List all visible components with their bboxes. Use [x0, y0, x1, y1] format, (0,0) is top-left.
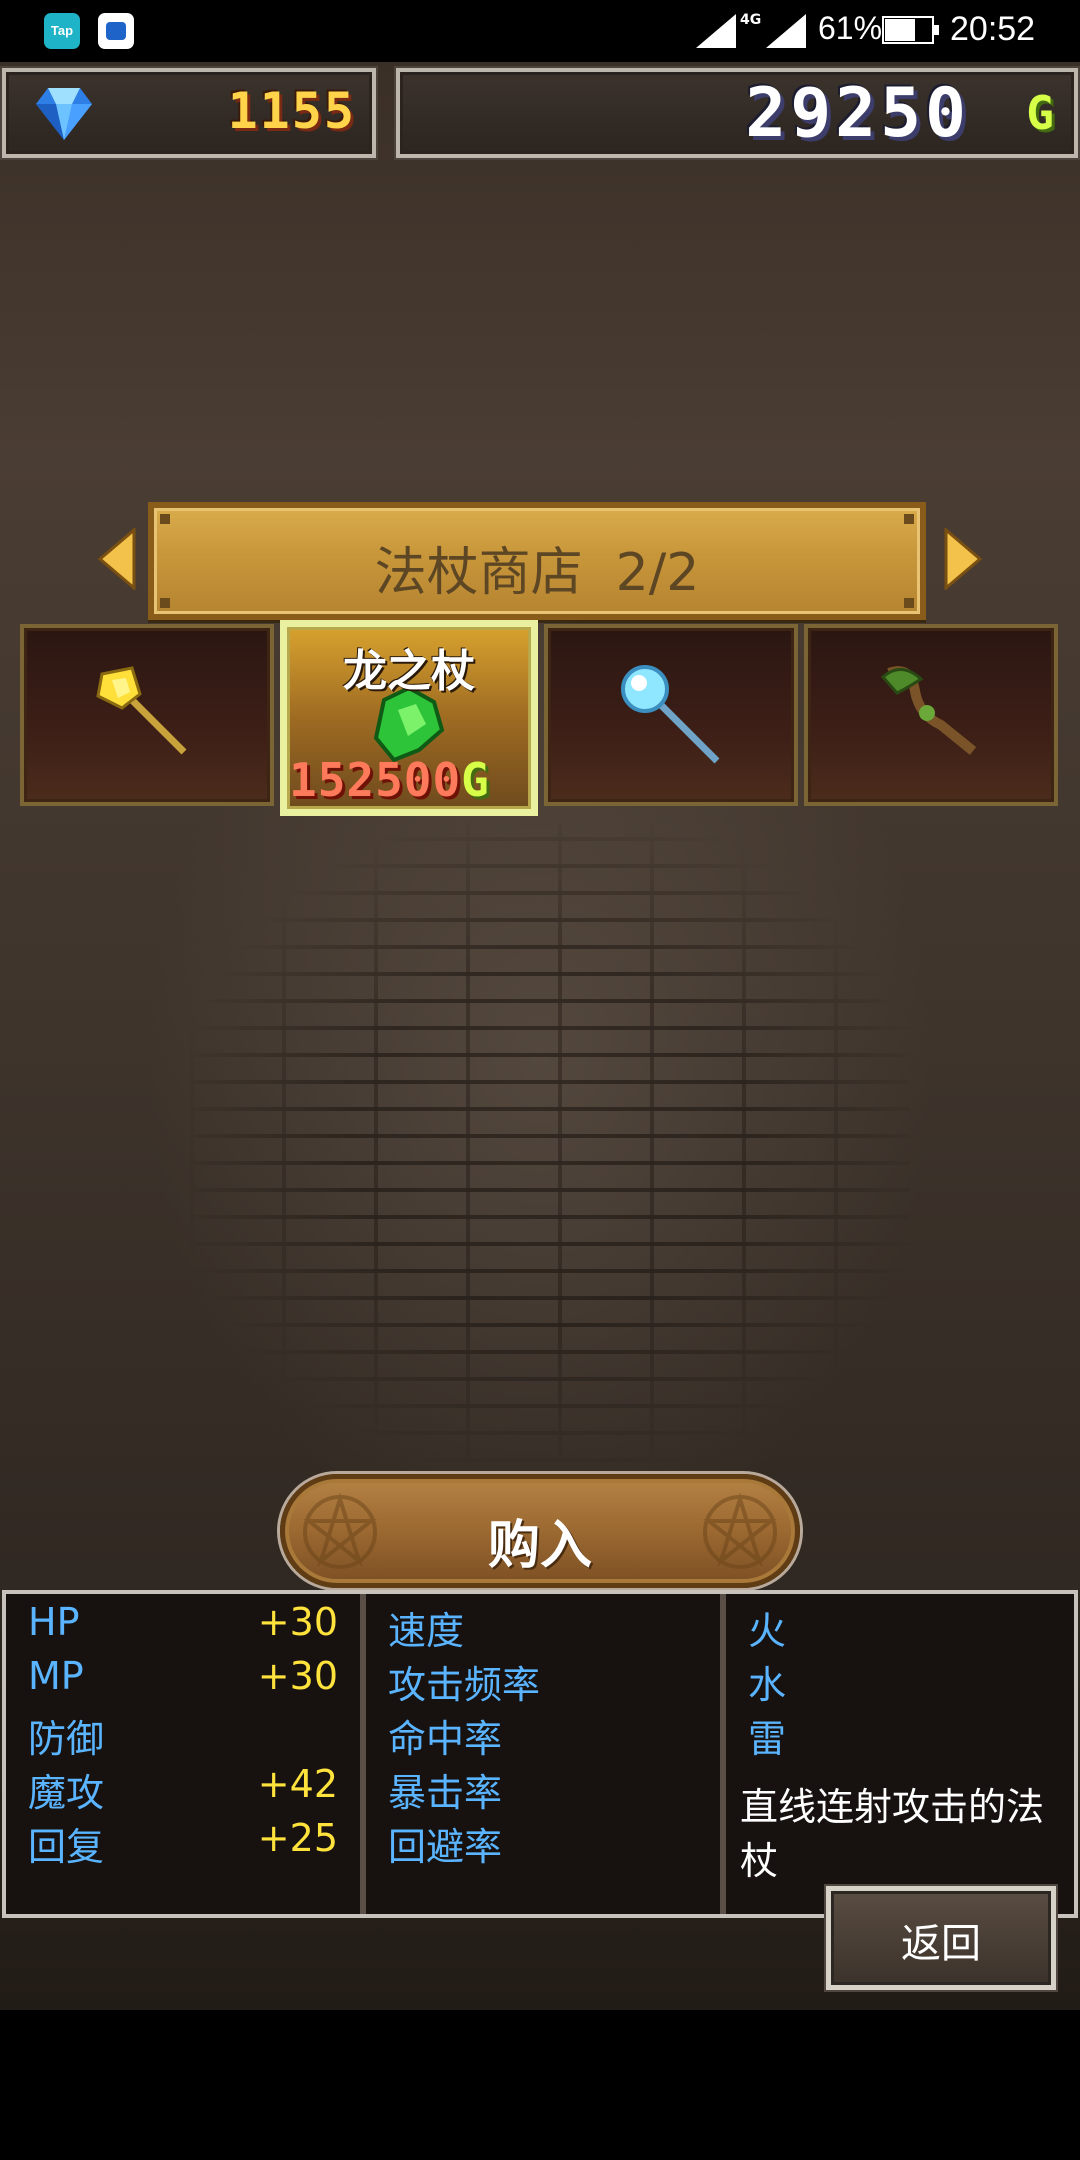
stat-label: 速度 — [388, 1609, 465, 1653]
navigation-bar-area — [0, 2010, 1080, 2160]
shop-item-golden-staff[interactable] — [20, 624, 274, 806]
stat-value: +42 — [257, 1762, 338, 1806]
stat-row-defense: 防御 — [6, 1708, 360, 1762]
prev-page-arrow-icon[interactable] — [96, 528, 136, 590]
status-bar: Tap 4G 61% 20:52 — [0, 0, 1080, 62]
buy-button[interactable]: 购入 — [280, 1474, 800, 1588]
stat-value: +25 — [257, 1816, 338, 1860]
item-price: 152500G — [289, 753, 490, 807]
clock: 20:52 — [950, 10, 1036, 48]
stat-row-attack-rate: 攻击频率 — [366, 1654, 720, 1708]
gem-counter: 1155 — [2, 68, 376, 158]
stat-row-hit-rate: 命中率 — [366, 1708, 720, 1762]
stat-row-magic-attack: 魔攻 +42 — [6, 1762, 360, 1816]
gold-counter: 29250 G — [396, 68, 1078, 158]
gem-count: 1155 — [227, 82, 356, 140]
stats-column-combat: 速度 攻击频率 命中率 暴击率 回避率 — [366, 1594, 726, 1914]
shop-item-dragon-staff[interactable]: 龙之杖 152500G — [280, 620, 538, 816]
stat-row-recovery: 回复 +25 — [6, 1816, 360, 1870]
shop-item-vine-staff[interactable] — [804, 624, 1058, 806]
gold-amount: 29250 — [745, 74, 970, 153]
ice-orb-staff-icon — [621, 665, 720, 764]
item-stats-panel: HP +30 MP +30 防御 魔攻 +42 回复 +25 速度 攻击频率 命… — [2, 1590, 1078, 1918]
shop-item-ice-staff[interactable] — [544, 624, 798, 806]
pentagram-icon — [703, 1493, 777, 1569]
stat-label: MP — [28, 1654, 84, 1698]
stat-row-fire: 火 — [726, 1600, 1076, 1654]
stat-label: 水 — [748, 1663, 787, 1707]
stat-label: 雷 — [748, 1717, 787, 1761]
stat-label: 攻击频率 — [388, 1663, 541, 1707]
stat-label: 回避率 — [388, 1825, 503, 1869]
battery-percent: 61% — [818, 10, 883, 46]
golden-staff-icon — [96, 666, 187, 755]
battery-icon — [882, 16, 939, 44]
shop-title-banner: 法杖商店 2/2 — [148, 502, 926, 620]
stats-column-element: 火 水 雷 直线连射攻击的法杖 — [726, 1594, 1078, 1914]
tap-app-icon: Tap — [44, 13, 80, 49]
stat-row-hp: HP +30 — [6, 1600, 360, 1654]
stat-value: +30 — [257, 1654, 338, 1698]
back-button[interactable]: 返回 — [826, 1886, 1056, 1990]
stat-row-mp: MP +30 — [6, 1654, 360, 1708]
stat-row-water: 水 — [726, 1654, 1076, 1708]
item-description: 直线连射攻击的法杖 — [740, 1785, 1045, 1883]
stat-row-evasion: 回避率 — [366, 1816, 720, 1870]
brick-wall-background — [190, 822, 910, 1462]
stat-row-crit-rate: 暴击率 — [366, 1762, 720, 1816]
gold-unit: G — [1026, 86, 1054, 140]
stat-label: 回复 — [28, 1825, 105, 1869]
signal-icon-2 — [766, 14, 806, 48]
stat-label: 命中率 — [388, 1717, 503, 1761]
shop-title: 法杖商店 2/2 — [374, 543, 700, 603]
stat-label: 火 — [748, 1609, 787, 1653]
stats-column-base: HP +30 MP +30 防御 魔攻 +42 回复 +25 — [6, 1594, 366, 1914]
stat-label: 防御 — [28, 1717, 105, 1761]
game-screen: 1155 29250 G 法杖商店 2/2 龙之杖 152500G 购入 HP … — [0, 62, 1080, 2010]
diamond-icon — [36, 88, 92, 140]
next-page-arrow-icon[interactable] — [944, 528, 984, 590]
stat-row-speed: 速度 — [366, 1600, 720, 1654]
item-name: 龙之杖 — [343, 646, 475, 697]
notification-app-icon — [98, 13, 134, 49]
network-type: 4G — [740, 12, 762, 28]
stat-label: 暴击率 — [388, 1771, 503, 1815]
stat-label: 魔攻 — [28, 1771, 105, 1815]
pentagram-icon — [303, 1493, 377, 1569]
signal-icon — [696, 14, 736, 48]
stat-row-thunder: 雷 — [726, 1708, 1076, 1762]
stat-value: +30 — [257, 1600, 338, 1644]
back-label: 返回 — [901, 1921, 981, 1967]
stat-label: HP — [28, 1600, 80, 1644]
vine-staff-icon — [880, 666, 977, 755]
